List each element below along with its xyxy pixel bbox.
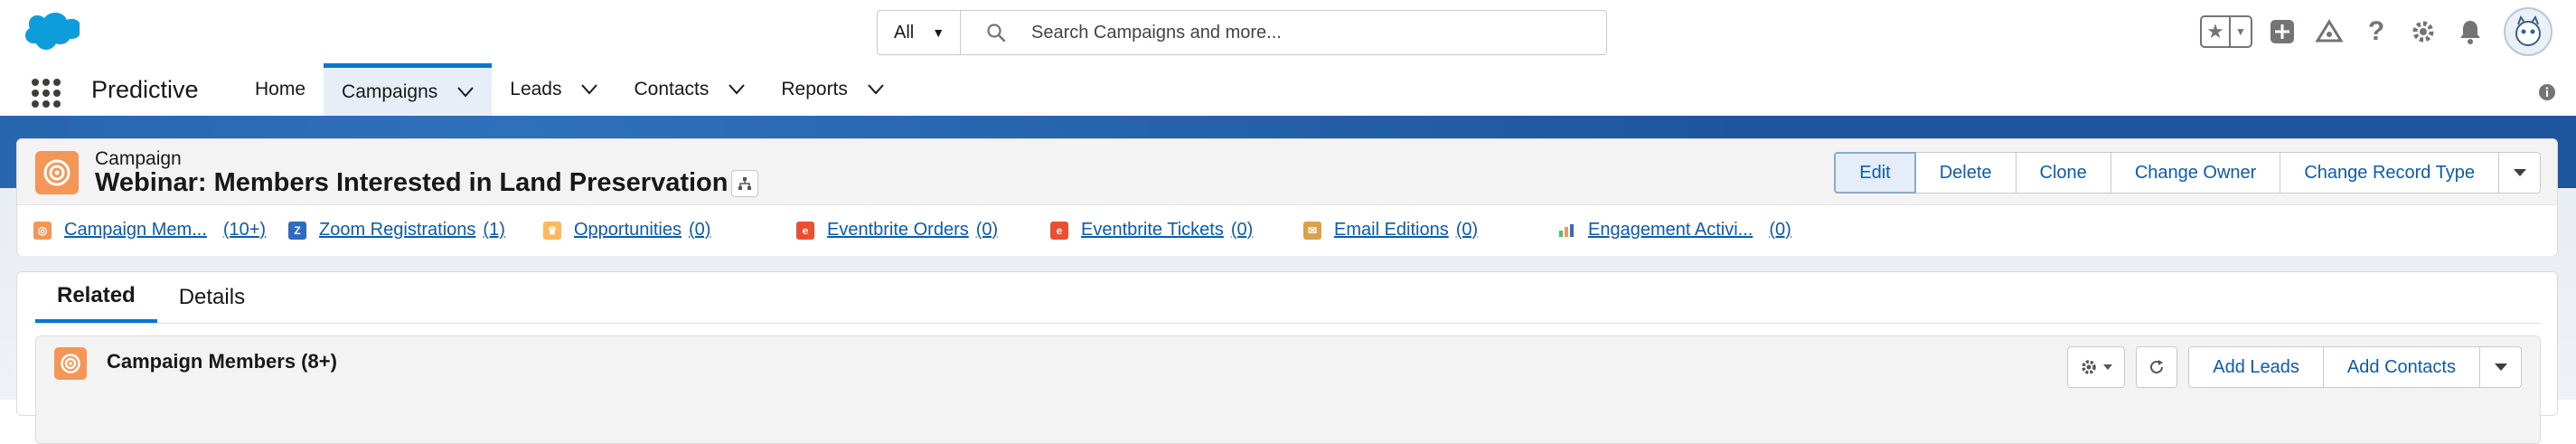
tab-bar: Related Details xyxy=(35,272,2541,324)
tab-details[interactable]: Details xyxy=(157,272,267,323)
clone-button[interactable]: Clone xyxy=(2016,152,2111,194)
quick-link-eventbrite-orders[interactable]: e Eventbrite Orders (0) xyxy=(796,220,998,241)
quick-link-eventbrite-tickets[interactable]: e Eventbrite Tickets (0) xyxy=(1050,220,1253,241)
nav-item-campaigns[interactable]: Campaigns xyxy=(324,63,493,116)
avatar[interactable] xyxy=(2504,7,2552,56)
eventbrite-icon: e xyxy=(796,221,814,240)
search-scope-label: All xyxy=(894,22,915,43)
salesforce-logo[interactable] xyxy=(20,11,80,52)
app-name: Predictive xyxy=(91,76,199,103)
nav-item-label: Home xyxy=(255,79,306,99)
settings-gear-icon[interactable] xyxy=(2406,14,2440,49)
quick-link-label: Eventbrite Orders xyxy=(827,220,969,240)
change-owner-button[interactable]: Change Owner xyxy=(2111,152,2281,194)
campaign-members-icon: ◎ xyxy=(33,221,52,240)
quick-link-count: (0) xyxy=(688,220,711,240)
quick-link-engagement-activities[interactable]: Engagement Activi... (0) xyxy=(1557,220,1791,241)
refresh-button[interactable] xyxy=(2136,346,2178,388)
add-contacts-button[interactable]: Add Contacts xyxy=(2323,346,2480,388)
quick-link-email-editions[interactable]: ✉ Email Editions (0) xyxy=(1303,220,1478,241)
chevron-down-icon[interactable] xyxy=(581,84,598,95)
opportunity-icon: ♛ xyxy=(543,221,561,240)
quick-link-label: Zoom Registrations xyxy=(319,220,476,240)
app-launcher-icon[interactable] xyxy=(31,78,61,109)
quick-link-count: (10+) xyxy=(222,220,267,240)
card-title: Campaign Members (8+) xyxy=(107,350,337,373)
global-header: All ▼ ★ ▼ ? xyxy=(0,0,2576,63)
quick-link-label: Engagement Activi... xyxy=(1588,220,1753,240)
quick-link-campaign-members[interactable]: ◎ Campaign Mem... (10+) xyxy=(33,220,266,241)
chevron-down-icon: ▼ xyxy=(932,25,945,40)
zoom-icon: Z xyxy=(288,221,306,240)
chevron-down-icon[interactable] xyxy=(868,84,884,95)
gear-icon xyxy=(2082,360,2097,374)
list-settings-button[interactable] xyxy=(2067,346,2126,388)
quick-link-count: (1) xyxy=(483,220,505,240)
quick-link-count: (0) xyxy=(1455,220,1479,240)
record-title: Webinar: Members Interested in Land Pres… xyxy=(95,168,729,197)
chevron-down-icon[interactable] xyxy=(729,84,746,95)
chevron-down-icon xyxy=(2513,169,2526,176)
add-icon[interactable] xyxy=(2265,14,2299,49)
quick-link-label: Email Editions xyxy=(1334,220,1449,240)
nav-items: Home Campaigns Leads Contacts Reports xyxy=(237,63,902,116)
nav-item-leads[interactable]: Leads xyxy=(492,63,616,116)
card-more-actions-button[interactable] xyxy=(2480,346,2522,388)
search-icon xyxy=(987,24,1006,43)
record-object-type: Campaign xyxy=(95,148,182,169)
quick-link-zoom-registrations[interactable]: Z Zoom Registrations (1) xyxy=(288,220,505,241)
nav-item-label: Campaigns xyxy=(342,80,438,102)
tab-related[interactable]: Related xyxy=(35,272,157,323)
add-leads-button[interactable]: Add Leads xyxy=(2188,346,2324,388)
nav-item-label: Reports xyxy=(781,79,848,99)
trailhead-icon[interactable] xyxy=(2312,14,2346,49)
record-tab-panel: Related Details Campaign Members (8+) Ad… xyxy=(16,271,2558,444)
search-input[interactable] xyxy=(1029,21,1575,44)
nav-item-contacts[interactable]: Contacts xyxy=(616,63,763,116)
quick-link-label: Campaign Mem... xyxy=(64,220,207,240)
quick-link-count: (0) xyxy=(1769,220,1791,240)
delete-button[interactable]: Delete xyxy=(1915,152,2017,194)
hierarchy-icon xyxy=(738,177,751,190)
chevron-down-icon xyxy=(2103,364,2113,370)
campaign-members-icon xyxy=(54,347,87,380)
quick-link-count: (0) xyxy=(975,220,999,240)
help-icon[interactable]: ? xyxy=(2359,14,2393,49)
search-field[interactable] xyxy=(961,11,1606,54)
nav-item-home[interactable]: Home xyxy=(237,63,324,116)
app-nav-bar: Predictive Home Campaigns Leads Contacts… xyxy=(0,63,2576,117)
global-search: All ▼ xyxy=(877,10,1607,55)
header-utility-icons: ★ ▼ ? xyxy=(2200,7,2552,56)
edit-button[interactable]: Edit xyxy=(1834,152,1916,194)
nav-item-label: Leads xyxy=(510,79,562,99)
record-actions: Edit Delete Clone Change Owner Change Re… xyxy=(1834,152,2541,194)
card-actions: Add Leads Add Contacts xyxy=(2067,346,2522,388)
engagement-chart-icon xyxy=(1557,221,1575,240)
favorites-group: ★ ▼ xyxy=(2200,15,2252,48)
campaign-icon xyxy=(35,151,79,194)
nav-item-reports[interactable]: Reports xyxy=(763,63,902,116)
search-scope-dropdown[interactable]: All ▼ xyxy=(878,11,961,54)
eventbrite-icon: e xyxy=(1050,221,1068,240)
quick-link-label: Eventbrite Tickets xyxy=(1081,220,1224,240)
favorites-star-icon[interactable]: ★ xyxy=(2202,17,2229,46)
view-hierarchy-button[interactable] xyxy=(731,170,758,197)
card-button-group: Add Leads Add Contacts xyxy=(2188,346,2522,388)
quick-link-opportunities[interactable]: ♛ Opportunities (0) xyxy=(543,220,710,241)
campaign-members-card: Campaign Members (8+) Add Leads Add Cont… xyxy=(35,335,2541,444)
notifications-bell-icon[interactable] xyxy=(2453,14,2487,49)
more-actions-button[interactable] xyxy=(2499,152,2541,194)
quick-link-label: Opportunities xyxy=(574,220,682,240)
refresh-icon xyxy=(2150,360,2164,373)
favorites-menu-chevron-icon[interactable]: ▼ xyxy=(2229,17,2251,46)
chevron-down-icon[interactable] xyxy=(457,86,475,98)
info-icon[interactable] xyxy=(2538,83,2556,101)
change-record-type-button[interactable]: Change Record Type xyxy=(2280,152,2499,194)
quick-link-count: (0) xyxy=(1230,220,1254,240)
email-icon: ✉ xyxy=(1303,221,1321,240)
related-list-quick-links: ◎ Campaign Mem... (10+) Z Zoom Registrat… xyxy=(17,204,2557,256)
chevron-down-icon xyxy=(2494,364,2507,371)
record-header: Campaign Webinar: Members Interested in … xyxy=(16,138,2558,256)
nav-item-label: Contacts xyxy=(634,79,710,99)
